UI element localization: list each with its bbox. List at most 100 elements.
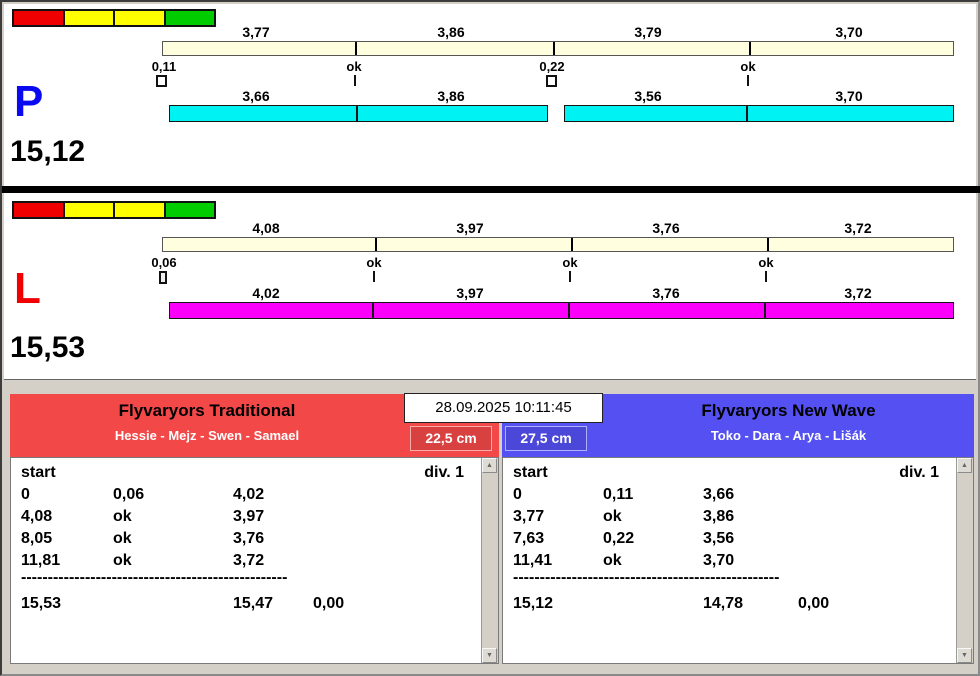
start-label: start [21,464,56,482]
run-split-label: 3,97 [456,285,483,301]
run-split-label: 3,70 [835,88,862,104]
light-yellow-2 [115,11,166,25]
start-lights [12,9,216,27]
lane-total-time: 15,53 [10,333,85,363]
run-bar-segment [357,105,548,122]
reference-split-label: 4,08 [252,220,279,236]
reference-split-label: 3,70 [835,24,862,40]
separator-line: ----------------------------------------… [21,569,287,587]
lane-letter: P [14,80,43,124]
start-delta-label: 0,11 [152,59,177,74]
run-bar-segment [569,302,765,319]
reference-bar [162,237,954,252]
clean-time: 15,47 [233,595,273,613]
cumulative-time: 0 [21,486,30,504]
pass-tick [569,271,571,282]
fault-marker [546,75,557,87]
run-bar-segment [169,105,357,122]
cumulative-time: 11,41 [513,552,552,570]
run-split-label: 3,76 [652,285,679,301]
split-time: 3,66 [703,486,734,504]
reference-split-label: 3,79 [634,24,661,40]
start-delta-label: ok [562,255,577,270]
lane-divider [2,186,980,193]
bar-divider [767,238,769,251]
result-row: 4,08 ok 3,97 [11,508,498,530]
lane-letter: L [14,267,41,311]
team-header-texts: Flyvaryors New Wave Toko - Dara - Arya -… [603,394,974,457]
cumulative-time: 3,77 [513,508,544,526]
changeover-status: ok [113,508,132,526]
reference-split-label: 3,76 [652,220,679,236]
separator-row: ----------------------------------------… [503,569,973,591]
separator-line: ----------------------------------------… [513,569,779,587]
team-name: Flyvaryors New Wave [603,401,974,421]
split-time: 3,86 [703,508,734,526]
pass-tick [373,271,375,282]
datetime-display: 28.09.2025 10:11:45 [404,393,603,423]
split-time: 3,97 [233,508,264,526]
reference-split-label: 3,77 [242,24,269,40]
scroll-up-icon[interactable]: ▲ [482,458,497,473]
pass-tick [765,271,767,282]
start-lights [12,201,216,219]
penalty-time: 0,00 [313,595,344,613]
changeover-status: ok [603,508,622,526]
bar-divider [553,42,555,55]
scroll-down-icon[interactable]: ▼ [482,648,497,663]
reference-split-label: 3,97 [456,220,483,236]
division-label: div. 1 [899,464,939,482]
pass-tick [354,75,356,86]
vertical-scrollbar[interactable]: ▲ ▼ [956,458,973,663]
separator-row: ----------------------------------------… [11,569,498,591]
reference-split-label: 3,86 [437,24,464,40]
bar-divider [355,42,357,55]
cumulative-time: 11,81 [21,552,60,570]
changeover-status: ok [113,530,132,548]
start-delta-label: 0,06 [151,255,176,270]
lane-panel-l: 4,08 3,97 3,76 3,72 0,06 ok ok ok 4,02 3… [4,193,976,380]
light-red [14,11,65,25]
run-split-label: 4,02 [252,285,279,301]
run-split-label: 3,72 [844,285,871,301]
reference-split-label: 3,72 [844,220,871,236]
fault-marker [159,271,167,284]
changeover-status: ok [113,552,132,570]
team-lineup: Hessie - Mejz - Swen - Samael [10,428,404,443]
total-time: 15,53 [21,595,61,613]
run-bar-segment [169,302,373,319]
clean-time: 14,78 [703,595,743,613]
cumulative-time: 8,05 [21,530,52,548]
scroll-down-icon[interactable]: ▼ [957,648,972,663]
run-bar-segment [373,302,569,319]
scroll-up-icon[interactable]: ▲ [957,458,972,473]
start-delta-label: ok [758,255,773,270]
run-bar-segment [765,302,954,319]
split-time: 3,76 [233,530,264,548]
start-delta-label: ok [740,59,755,74]
reference-bar [162,41,954,56]
cumulative-time: 4,08 [21,508,52,526]
bar-divider [571,238,573,251]
changeover-status: ok [603,552,622,570]
result-row: 0 0,06 4,02 [11,486,498,508]
team-header-texts: Flyvaryors Traditional Hessie - Mejz - S… [10,394,404,457]
table-header-row: start div. 1 [11,464,498,486]
lane-total-time: 15,12 [10,137,85,167]
changeover-status: 0,22 [603,530,634,548]
table-header-row: start div. 1 [503,464,973,486]
cumulative-time: 0 [513,486,522,504]
results-table-left: start div. 1 0 0,06 4,02 4,08 ok 3,97 8,… [10,457,499,664]
cumulative-time: 7,63 [513,530,544,548]
jump-height-badge: 22,5 cm [410,426,492,451]
run-split-label: 3,86 [437,88,464,104]
pass-tick [747,75,749,86]
start-delta-label: ok [366,255,381,270]
vertical-scrollbar[interactable]: ▲ ▼ [481,458,498,663]
run-bar-segment [747,105,954,122]
run-split-label: 3,66 [242,88,269,104]
team-lineup: Toko - Dara - Arya - Lišák [603,428,974,443]
totals-row: 15,53 15,47 0,00 [11,595,498,617]
result-row: 3,77 ok 3,86 [503,508,973,530]
lane-panel-p: 3,77 3,86 3,79 3,70 0,11 ok 0,22 ok 3,66… [4,4,976,186]
